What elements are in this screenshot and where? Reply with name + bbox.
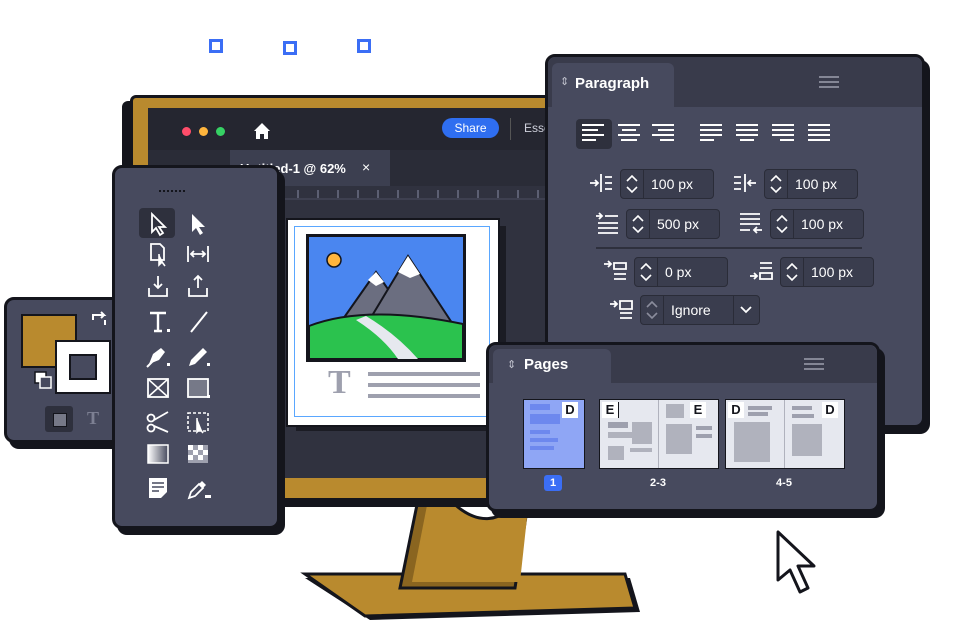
alignment-buttons <box>582 124 830 141</box>
apply-to-text-icon[interactable]: T <box>87 408 99 429</box>
stepper[interactable] <box>627 210 650 238</box>
chevron-down-icon[interactable] <box>739 305 753 315</box>
page-tool-icon[interactable] <box>143 240 173 268</box>
type-tool-icon[interactable] <box>143 308 173 336</box>
eyedropper-icon[interactable] <box>183 474 213 502</box>
page-thumbnail-2-3[interactable]: E E <box>599 399 719 469</box>
justify-right-icon <box>772 124 794 141</box>
hamburger-icon[interactable] <box>803 357 825 371</box>
right-indent-field[interactable]: 100 px <box>764 169 858 199</box>
panel-grip[interactable] <box>159 190 185 195</box>
stroke-swatch[interactable] <box>55 340 111 394</box>
master-badge: E <box>602 402 619 418</box>
rectangle-frame-tool-icon[interactable] <box>143 374 173 402</box>
baseline-dropdown[interactable]: Ignore <box>640 295 760 325</box>
text-line <box>368 383 480 387</box>
stepper[interactable] <box>641 296 664 324</box>
page-label-selected[interactable]: 1 <box>544 475 562 491</box>
pages-panel: ⇕ Pages D 1 E E 2-3 D D 4-5 <box>486 342 880 512</box>
left-indent-field[interactable]: 100 px <box>620 169 714 199</box>
page-thumbnail-1[interactable]: D <box>523 399 585 469</box>
pages-panel-title: Pages <box>524 356 569 373</box>
decor-square <box>209 39 223 53</box>
decor-square <box>283 41 297 55</box>
page-thumbnail-4-5[interactable]: D D <box>725 399 845 469</box>
document-page: T <box>286 218 500 427</box>
close-icon[interactable]: × <box>362 159 370 175</box>
stepper[interactable] <box>635 258 658 286</box>
apply-to-frame-button[interactable] <box>45 406 73 432</box>
master-badge: E <box>690 402 706 418</box>
align-right-icon <box>652 124 674 141</box>
stepper[interactable] <box>781 258 804 286</box>
section-divider <box>596 247 862 249</box>
line-tool-icon[interactable] <box>183 308 213 336</box>
decor-square <box>357 39 371 53</box>
swap-icon[interactable] <box>89 310 109 330</box>
pen-tool-icon[interactable] <box>143 342 173 370</box>
free-transform-tool-icon[interactable] <box>183 408 213 436</box>
justify-left-icon <box>700 124 722 141</box>
collapse-chevron-icon[interactable]: ⇕ <box>560 75 569 88</box>
left-indent-icon <box>590 174 612 192</box>
note-tool-icon[interactable] <box>143 474 173 502</box>
cursor-arrow-icon <box>776 530 816 594</box>
rectangle-tool-icon[interactable] <box>183 374 213 402</box>
justify-center-icon <box>736 124 758 141</box>
direct-selection-tool-icon[interactable] <box>183 210 213 238</box>
align-center-icon <box>618 124 640 141</box>
content-collector-icon[interactable] <box>143 272 173 300</box>
page-label-2-3[interactable]: 2-3 <box>639 477 677 489</box>
gradient-feather-icon[interactable] <box>183 440 213 468</box>
last-line-indent-field[interactable]: 100 px <box>770 209 864 239</box>
tools-panel <box>112 165 280 529</box>
stepper[interactable] <box>771 210 794 238</box>
share-button[interactable]: Share <box>442 118 499 138</box>
space-before-icon <box>604 260 627 280</box>
space-after-field[interactable]: 100 px <box>780 257 874 287</box>
right-indent-icon <box>734 174 756 192</box>
align-left-icon <box>582 124 604 141</box>
master-badge: D <box>822 402 838 418</box>
close-window-dot[interactable] <box>182 127 191 136</box>
minimize-window-dot[interactable] <box>199 127 208 136</box>
drop-cap-icon <box>610 300 633 319</box>
scissors-icon[interactable] <box>143 408 173 436</box>
maximize-window-dot[interactable] <box>216 127 225 136</box>
paragraph-panel-title: Paragraph <box>575 75 650 92</box>
space-before-field[interactable]: 0 px <box>634 257 728 287</box>
text-line <box>368 394 480 398</box>
image-frame <box>306 234 466 362</box>
stepper[interactable] <box>765 170 788 198</box>
first-line-indent-field[interactable]: 500 px <box>626 209 720 239</box>
content-placer-icon[interactable] <box>183 272 213 300</box>
text-frame-glyph: T <box>328 364 351 401</box>
master-badge: D <box>562 402 578 418</box>
hamburger-icon[interactable] <box>818 75 840 89</box>
first-line-indent-icon <box>596 212 618 234</box>
last-line-indent-icon <box>740 213 762 234</box>
gap-tool-icon[interactable] <box>183 240 213 268</box>
collapse-chevron-icon[interactable]: ⇕ <box>507 358 516 371</box>
gradient-icon[interactable] <box>143 440 173 468</box>
space-after-icon <box>750 262 773 280</box>
stepper[interactable] <box>621 170 644 198</box>
selection-tool-icon[interactable] <box>143 210 173 238</box>
master-badge: D <box>728 402 744 418</box>
page-label-4-5[interactable]: 4-5 <box>765 477 803 489</box>
toolbar-divider <box>510 118 511 140</box>
text-line <box>368 372 480 376</box>
justify-all-icon <box>808 124 830 141</box>
pencil-tool-icon[interactable] <box>183 342 213 370</box>
home-icon[interactable] <box>251 120 273 142</box>
default-colors-icon[interactable] <box>33 370 53 390</box>
